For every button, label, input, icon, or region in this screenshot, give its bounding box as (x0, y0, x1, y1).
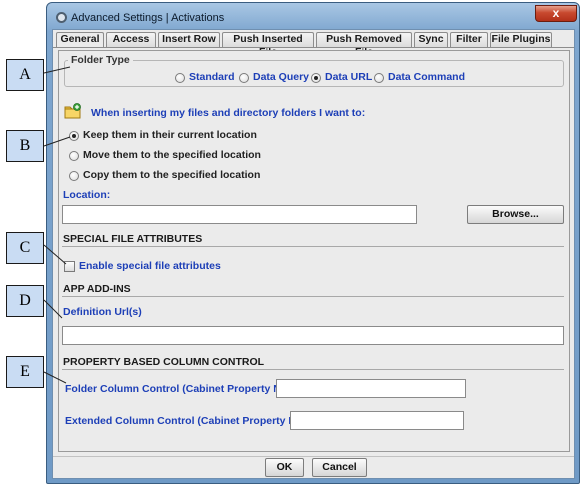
callout-b: B (6, 130, 44, 162)
callout-a: A (6, 59, 44, 91)
callout-d: D (6, 285, 44, 317)
callout-leaders (43, 66, 71, 384)
callout-e: E (6, 356, 44, 388)
callout-c: C (6, 232, 44, 264)
